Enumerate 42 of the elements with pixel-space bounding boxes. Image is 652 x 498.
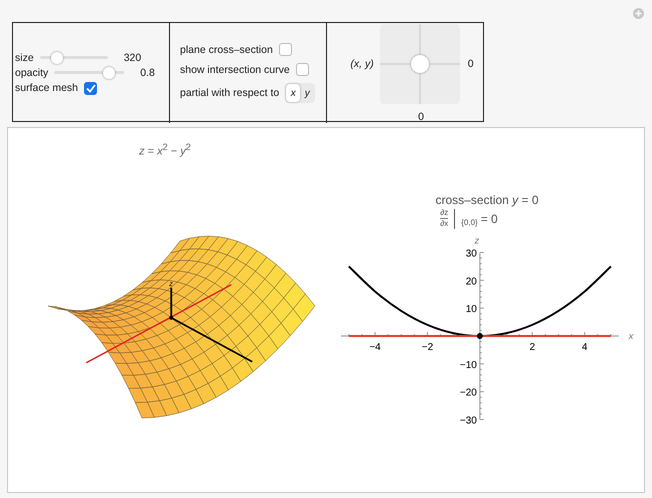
tick-label: −4 (369, 342, 381, 353)
tick-label: 4 (582, 342, 588, 353)
tick-label: −30 (460, 416, 477, 426)
chart-title: cross–section y = 0 (435, 193, 539, 207)
tick-label: −10 (460, 360, 477, 371)
derivative-denominator: ∂x (440, 219, 448, 229)
tick-label: 30 (466, 248, 477, 260)
slider-value: 0.8 (140, 66, 155, 78)
checkbox-label: show intersection curve (180, 64, 290, 76)
tick-label: −20 (460, 388, 477, 399)
toggle-option[interactable]: x (286, 84, 300, 102)
slider-thumb[interactable] (102, 66, 115, 78)
axis-label: x (628, 331, 634, 341)
slider-value: 320 (124, 52, 142, 64)
pad-thumb[interactable] (410, 55, 429, 73)
tick-label: 10 (466, 304, 477, 316)
pad-label: (x, y) (350, 58, 374, 70)
slider-thumb[interactable] (50, 52, 63, 64)
pad-value: 0 (468, 58, 474, 70)
equation: z = x$^{2}$ − y$^{2}$ (139, 142, 191, 158)
tick-label: −2 (422, 342, 434, 353)
evaluation-point: {0,0} (461, 218, 478, 227)
pad-value: 0 (418, 111, 424, 123)
checkbox[interactable] (278, 43, 292, 56)
xy-slider-pad[interactable] (380, 24, 460, 104)
tick-label: 20 (466, 276, 477, 288)
plus-icon[interactable] (633, 8, 644, 19)
checkbox-label: surface mesh (15, 82, 78, 94)
axis-label: z (474, 236, 480, 246)
tick-label: 2 (529, 342, 536, 353)
checkbox[interactable] (84, 82, 98, 94)
toggle-option[interactable]: y (300, 84, 314, 102)
point-marker (476, 333, 483, 339)
checkbox-label: plane cross–section (180, 44, 273, 56)
toggle-label: partial with respect to (180, 87, 280, 99)
checkbox[interactable] (296, 63, 309, 76)
slider-label: size (15, 52, 34, 64)
slider[interactable] (54, 66, 124, 78)
slider[interactable] (40, 52, 108, 64)
slider-label: opacity (15, 66, 48, 78)
derivative-value: = 0 (480, 212, 498, 226)
derivative-numerator: ∂z (440, 208, 448, 219)
